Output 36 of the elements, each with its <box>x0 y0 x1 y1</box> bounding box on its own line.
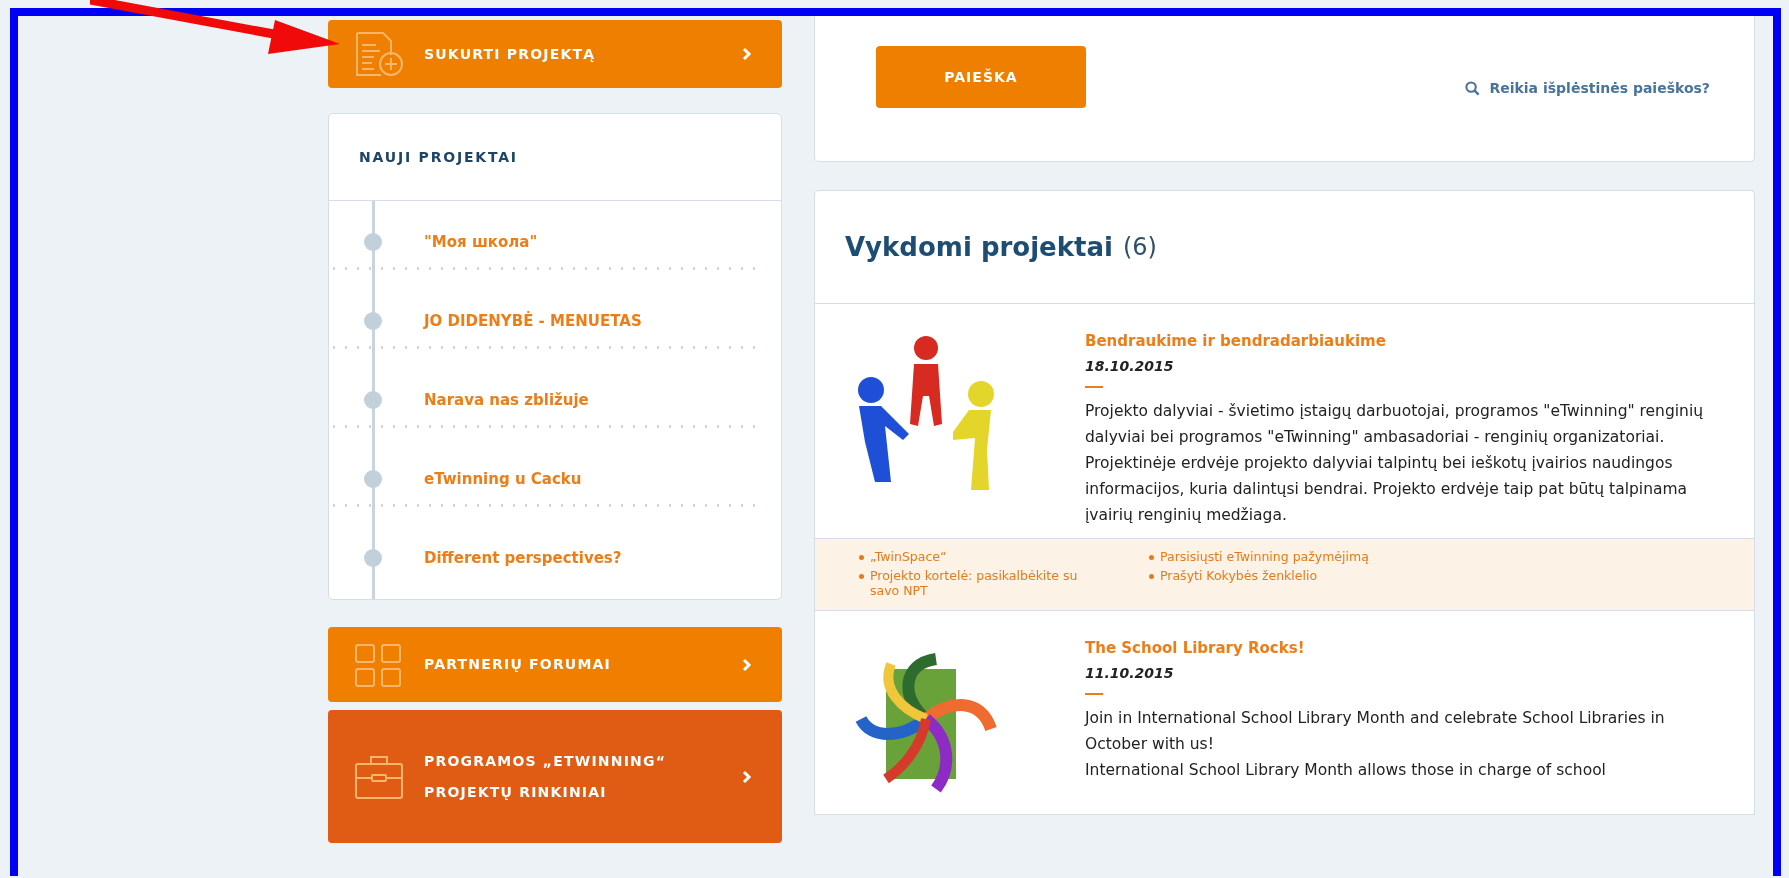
briefcase-icon <box>354 753 404 800</box>
chevron-right-icon <box>742 47 752 61</box>
new-project-link[interactable]: Different perspectives? <box>424 543 622 567</box>
project-link[interactable]: Parsisiųsti eTwinning pažymėjimą <box>1149 549 1449 564</box>
project-title-link[interactable]: Bendraukime ir bendradarbiaukime <box>1085 332 1386 350</box>
bullet-icon <box>859 555 864 560</box>
project-description: Join in International School Library Month and celebrate School Libraries in October with us! <box>1085 708 1666 755</box>
new-project-link[interactable]: "Моя школа" <box>424 227 538 251</box>
document-plus-icon <box>354 31 404 77</box>
bullet-icon <box>1149 555 1154 560</box>
project-link[interactable]: „TwinSpace“ <box>859 549 1149 564</box>
new-project-link[interactable]: JO DIDENYBĖ - MENUETAS <box>424 306 642 330</box>
bullet-icon <box>859 574 864 579</box>
search-button[interactable]: PAIEŠKA <box>876 46 1086 108</box>
project-collections-button[interactable]: PROGRAMOS „ETWINNING“ PROJEKTŲ RINKINIAI <box>328 710 782 843</box>
partner-forums-button[interactable]: PARTNERIŲ FORUMAI <box>328 627 782 702</box>
chevron-right-icon <box>742 769 752 784</box>
project-date: 18.10.2015 <box>1085 358 1174 374</box>
bullet-icon <box>1149 574 1154 579</box>
project-date: 11.10.2015 <box>1085 665 1174 681</box>
search-icon <box>1465 80 1481 96</box>
project-description: Projekto dalyviai - švietimo įstaigų darbuotojai, programos "eTwinning" renginių dalyviai bei programos "eTwinning" ambasadoriai - renginių organizatoriai. <box>1085 401 1705 448</box>
new-project-link[interactable]: Narava nas zbližuje <box>424 385 589 409</box>
create-project-button[interactable]: SUKURTI PROJEKTĄ <box>328 20 782 88</box>
project-count: (6) <box>1122 233 1157 261</box>
new-project-link[interactable]: eTwinning u Cacku <box>424 464 582 488</box>
project-link[interactable]: Projekto kortelė: pasikalbėkite su savo NPT <box>859 568 1149 598</box>
advanced-search-link[interactable]: Reikia išplėstinės paieškos? <box>1465 80 1710 96</box>
grid-icon <box>354 641 404 688</box>
project-description: Projektinėje erdvėje projekto dalyviai talpintų bei ieškotų įvairios naudingos informacijos, kuria dalintųsi bendrai. Projekto erdvėje taip pat būtų talpinama įvairių renginių medžiaga. <box>1085 453 1689 526</box>
chevron-right-icon <box>742 657 752 672</box>
project-link[interactable]: Prašyti Kokybės ženklelio <box>1149 568 1449 598</box>
project-description: International School Library Month allows those in charge of school <box>1085 760 1606 781</box>
project-title-link[interactable]: The School Library Rocks! <box>1085 639 1305 657</box>
new-projects-title: NAUJI PROJEKTAI <box>359 149 518 165</box>
running-projects-title: Vykdomi projektai <box>845 232 1113 262</box>
